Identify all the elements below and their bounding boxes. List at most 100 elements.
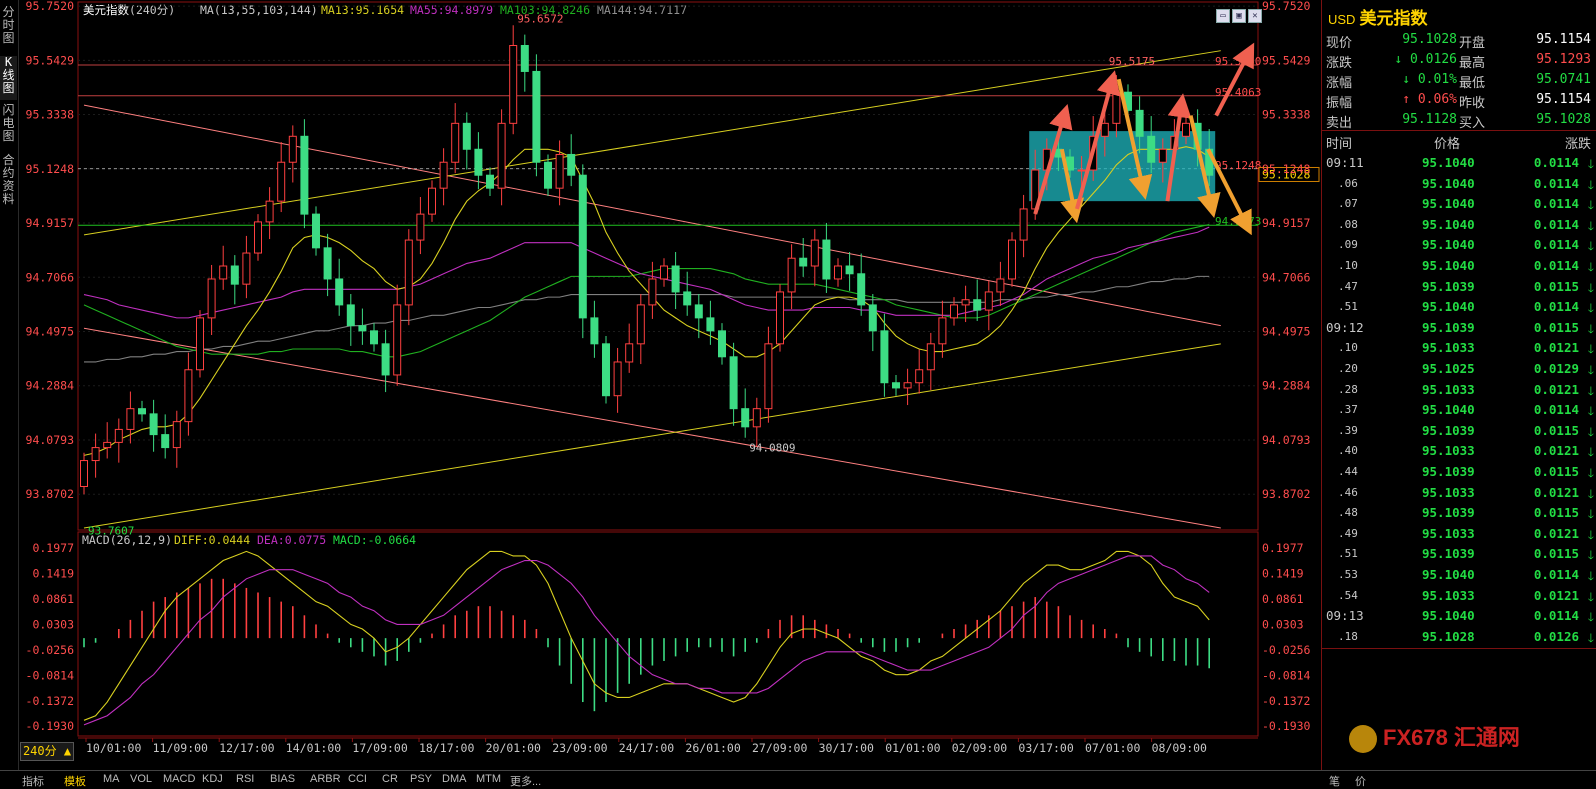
- candle-down: [845, 265, 854, 275]
- candle-down: [358, 325, 367, 332]
- candle-up: [439, 161, 448, 189]
- tick-change: 0.0115: [1533, 422, 1579, 438]
- trendline: [83, 343, 1221, 529]
- indicator-tab-bar: 指标 模板 MA VOL MACD KDJ RSI BIAS ARBR CCI CR PSY DMA MT…: [0, 770, 1596, 789]
- bottom-tab[interactable]: RSI: [236, 773, 254, 785]
- tick-table-header: 时间 价格 涨跌: [1322, 130, 1596, 151]
- tick-time: 09:12: [1326, 319, 1364, 335]
- candle-up: [428, 187, 436, 215]
- bottom-tab[interactable]: CR: [382, 773, 398, 785]
- tick-time: .28: [1338, 382, 1358, 396]
- tick-price: 95.1039: [1422, 319, 1475, 335]
- bottom-tab[interactable]: DMA: [442, 773, 466, 785]
- x-axis-label: 18/17:00: [419, 741, 474, 755]
- candle-up: [834, 265, 842, 280]
- candle-down: [602, 343, 610, 397]
- price-annotation: 95.1248: [1215, 159, 1261, 172]
- candle-up: [613, 361, 622, 397]
- candle-down: [312, 213, 320, 249]
- close-icon[interactable]: ✕: [1248, 9, 1262, 23]
- quote-label: 昨收: [1459, 95, 1486, 110]
- bottom-tab[interactable]: ARBR: [310, 773, 341, 785]
- candle-up: [416, 213, 425, 241]
- restore-icon[interactable]: ▭: [1216, 9, 1230, 23]
- macd-tick-label-right: 0.0861: [1262, 592, 1304, 606]
- candle-up: [509, 45, 518, 124]
- candle-up: [497, 122, 506, 189]
- bottom-tab[interactable]: MTM: [476, 773, 501, 785]
- tick-time: .49: [1338, 526, 1358, 540]
- quote-value: ↑ 0.06%: [1402, 92, 1457, 107]
- tick-row: .07 95.1040 0.0114 🡓: [1322, 193, 1596, 213]
- tick-row: .09 95.1040 0.0114 🡓: [1322, 234, 1596, 254]
- tick-change: 0.0121: [1533, 381, 1579, 397]
- tick-time: .10: [1338, 259, 1358, 272]
- quote-row: 现价 95.1028 开盘 95.1154: [1322, 30, 1596, 50]
- tick-change: 0.0115: [1533, 464, 1579, 479]
- tick-change: 0.0114: [1533, 175, 1579, 191]
- bottom-tab[interactable]: 更多...: [510, 773, 541, 789]
- col-price: 价格: [1434, 136, 1461, 151]
- tick-change: 0.0114: [1533, 567, 1579, 582]
- bottom-tab[interactable]: CCI: [348, 773, 367, 785]
- bottom-tab[interactable]: KDJ: [202, 773, 223, 785]
- price-annotation: 95.4063: [1215, 86, 1261, 99]
- period-selector[interactable]: 240分 ▲: [20, 742, 74, 761]
- macd-diff-value: DIFF:0.0444: [174, 533, 250, 547]
- candle-up: [625, 343, 634, 363]
- candle-up: [787, 257, 796, 293]
- bottom-tab[interactable]: 模板: [64, 773, 86, 789]
- tick-price: 95.1025: [1422, 361, 1475, 376]
- price-tick-label-left: 94.9157: [26, 216, 75, 230]
- tick-row: .44 95.1039 0.0115 🡓: [1322, 461, 1596, 481]
- candle-up: [91, 447, 100, 462]
- candle-down: [520, 45, 529, 72]
- tick-price: 95.1040: [1422, 175, 1475, 191]
- bottom-tab[interactable]: BIAS: [270, 773, 295, 785]
- x-axis-label: 01/01:00: [885, 741, 940, 755]
- tick-change: 0.0114: [1533, 155, 1579, 170]
- candle-down: [300, 135, 309, 215]
- x-axis-label: 07/01:00: [1085, 741, 1140, 755]
- trendline: [83, 327, 1221, 529]
- bottom-tab[interactable]: 指标: [22, 773, 44, 789]
- bottom-tab[interactable]: MA: [103, 773, 120, 785]
- candle-down: [892, 382, 900, 389]
- macd-tick-label-right: -0.1372: [1262, 694, 1310, 708]
- tick-row: .40 95.1033 0.0121 🡓: [1322, 440, 1596, 460]
- panel-tab[interactable]: 笔: [1329, 773, 1340, 789]
- price-annotation: 95.5175: [1109, 55, 1155, 68]
- tick-price: 95.1039: [1422, 546, 1475, 562]
- tick-time: .48: [1338, 506, 1358, 520]
- ma144-value: MA144:94.7117: [597, 3, 687, 17]
- price-annotation: 95.5250: [1215, 55, 1261, 68]
- ma-settings-label[interactable]: MA(13,55,103,144): [200, 3, 318, 17]
- candle-up: [660, 265, 668, 280]
- candle-up: [219, 265, 228, 280]
- maximize-icon[interactable]: ▣: [1232, 9, 1246, 23]
- quote-label: 涨跌: [1326, 55, 1353, 70]
- quote-label: 振幅: [1326, 95, 1353, 110]
- tick-price: 95.1040: [1422, 608, 1475, 624]
- candle-up: [103, 441, 112, 449]
- bottom-tab[interactable]: VOL: [130, 773, 152, 785]
- price-annotation: 93.7607: [88, 525, 134, 538]
- bottom-tab[interactable]: MACD: [163, 773, 195, 785]
- macd-tick-label-left: 0.0303: [32, 617, 74, 631]
- price-tick-label-left: 94.0793: [26, 433, 75, 447]
- price-tick-label-left: 94.2884: [26, 379, 75, 393]
- bottom-tab[interactable]: PSY: [410, 773, 432, 785]
- macd-tick-label-left: -0.0814: [26, 668, 75, 682]
- candle-up: [648, 278, 657, 306]
- tick-change: 0.0114: [1533, 402, 1579, 418]
- macd-tick-label-right: 0.1977: [1262, 541, 1304, 555]
- price-annotation: 94.0809: [749, 442, 795, 455]
- x-axis-label: 08/09:00: [1152, 741, 1207, 755]
- watermark: FX678 汇通网: [1349, 720, 1520, 754]
- panel-tab[interactable]: 价: [1355, 773, 1366, 789]
- quote-name: 美元指数: [1359, 9, 1428, 28]
- tick-time: 09:13: [1326, 608, 1364, 624]
- price-tick-label-right: 95.5429: [1262, 53, 1311, 67]
- x-axis-label: 17/09:00: [352, 741, 407, 755]
- quote-label: 买入: [1459, 115, 1486, 130]
